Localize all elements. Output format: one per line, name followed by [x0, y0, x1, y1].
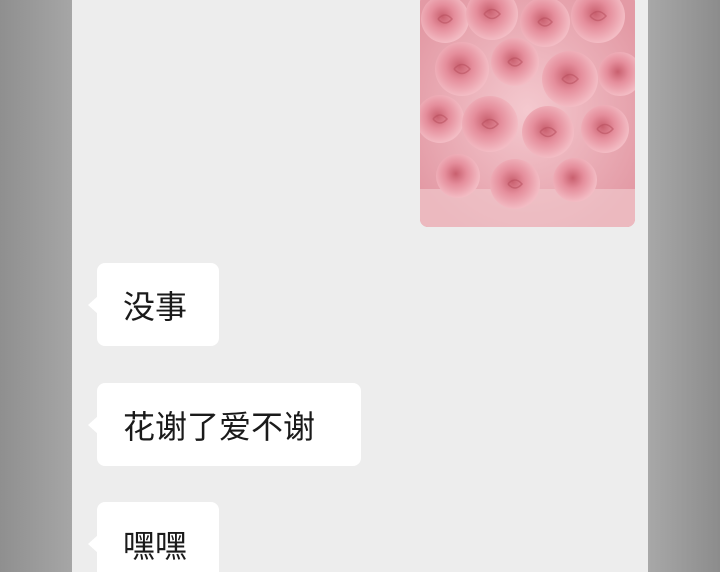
image-message-rose-bouquet[interactable] — [420, 0, 635, 227]
right-border — [648, 0, 720, 572]
rose-bouquet-photo-icon — [420, 0, 635, 227]
message-bubble[interactable]: 花谢了爱不谢 — [88, 383, 361, 466]
chat-message-list[interactable]: 没事 花谢了爱不谢 嘿嘿 — [72, 0, 648, 572]
message-bubble[interactable]: 嘿嘿 — [88, 502, 219, 572]
message-text: 没事 — [123, 287, 188, 326]
left-border — [0, 0, 72, 572]
message-bubble[interactable]: 没事 — [88, 263, 219, 346]
message-text: 花谢了爱不谢 — [123, 407, 316, 446]
message-text: 嘿嘿 — [123, 526, 188, 565]
